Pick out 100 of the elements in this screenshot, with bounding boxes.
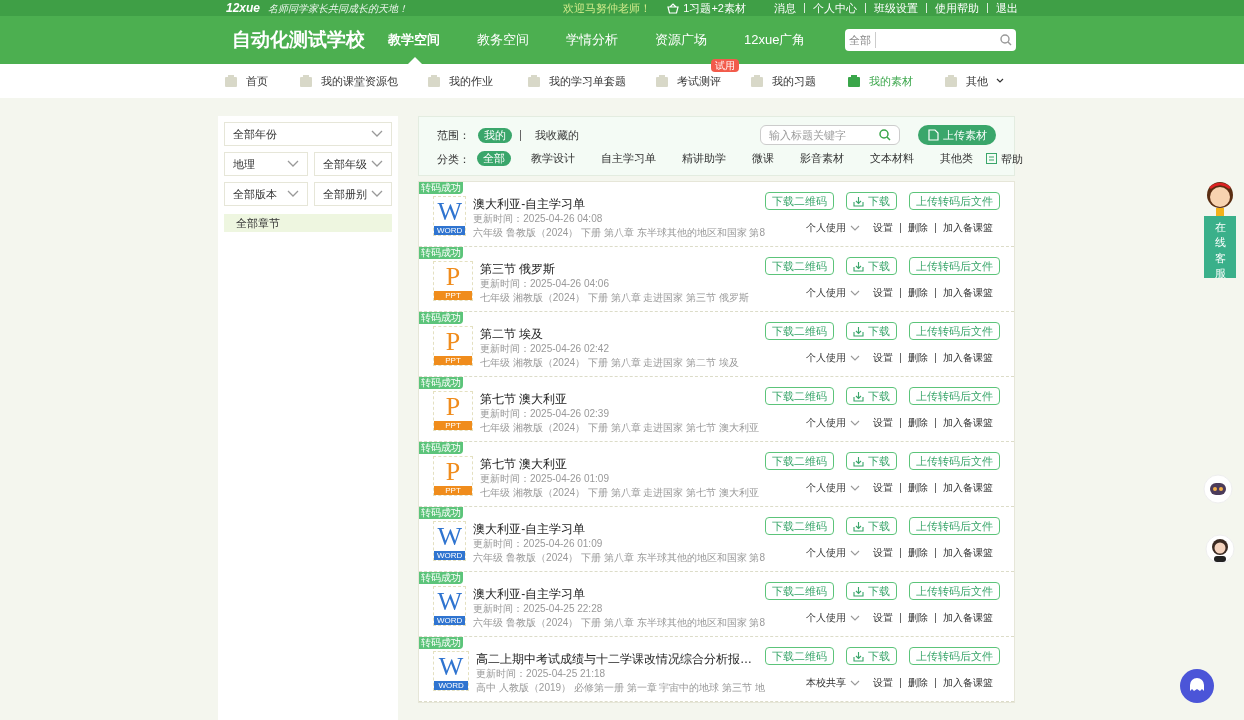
download-icon [853, 195, 864, 207]
update-time: 更新时间：2025-04-26 02:42 [480, 342, 610, 355]
item-title[interactable]: 澳大利亚-自主学习单 [473, 522, 765, 536]
item-meta: 七年级 湘教版（2024） 下册 第八章 走进国家 第三节 俄罗斯 [480, 291, 750, 304]
action-link[interactable]: 删除 [900, 352, 935, 363]
word-file-icon: W WORD [433, 196, 467, 236]
status-badge: 转码成功 [419, 637, 463, 649]
chat-icon[interactable] [1180, 669, 1214, 703]
action-link[interactable]: 删除 [900, 677, 935, 688]
ppt-file-icon: P PPT [433, 456, 473, 496]
share-select[interactable]: 个人使用 [806, 545, 860, 560]
download-icon [853, 455, 864, 467]
action-link[interactable]: 设置 [866, 222, 900, 233]
word-file-icon: W WORD [433, 651, 470, 691]
share-select[interactable]: 个人使用 [806, 480, 860, 495]
search-field[interactable]: 全部 [845, 29, 1016, 51]
item-meta: 七年级 湘教版（2024） 下册 第八章 走进国家 第七节 澳大利亚 [480, 486, 760, 499]
welcome-text: 欢迎马努仲老师！ [563, 0, 652, 16]
share-select[interactable]: 个人使用 [806, 610, 860, 625]
subnav-link[interactable]: 我的习题 [750, 72, 847, 90]
category-option[interactable]: 教学设计 [525, 151, 581, 167]
action-link[interactable]: 设置 [866, 482, 900, 493]
chevron-icon [850, 614, 860, 621]
item-title[interactable]: 澳大利亚-自主学习单 [473, 197, 765, 211]
category-option[interactable]: 自主学习单 [595, 151, 662, 167]
item-title[interactable]: 第七节 澳大利亚 [480, 392, 765, 406]
download-icon [853, 585, 864, 597]
category-option[interactable]: 文本材料 [864, 151, 920, 167]
search-icon[interactable] [1000, 34, 1012, 46]
ppt-file-icon: P PPT [433, 261, 473, 301]
help-icon [986, 153, 997, 165]
share-select[interactable]: 个人使用 [806, 350, 860, 365]
select-box[interactable]: 全部版本 [224, 182, 308, 206]
subnav-link[interactable]: 考试测评 [655, 72, 750, 90]
update-time: 更新时间：2025-04-25 22:28 [473, 602, 604, 615]
update-time: 更新时间：2025-04-26 04:06 [480, 277, 610, 290]
action-link[interactable]: 加入备课篮 [935, 612, 1000, 623]
action-link[interactable]: 删除 [900, 222, 935, 233]
action-link[interactable]: 删除 [900, 612, 935, 623]
scope-option[interactable]: 我收藏的 [529, 127, 585, 143]
download-icon [853, 520, 864, 532]
chapter-item[interactable]: 全部章节 [224, 214, 392, 232]
item-meta: 六年级 鲁教版（2024） 下册 第八章 东半球其他的地区和国家 第8 [473, 616, 765, 629]
item-meta: 六年级 鲁教版（2024） 下册 第八章 东半球其他的地区和国家 第8 [473, 551, 765, 564]
subnav-link[interactable]: 我的作业 [427, 72, 527, 90]
school-name: 自动化测试学校 [232, 27, 366, 52]
select-box[interactable]: 全部册别 [314, 182, 392, 206]
word-file-icon: W WORD [433, 586, 467, 626]
item-title[interactable]: 第七节 澳大利亚 [480, 457, 765, 471]
chevron-icon [287, 160, 299, 168]
select-box[interactable]: 全部年级 [314, 152, 392, 176]
chevron-icon [850, 289, 860, 296]
share-select[interactable]: 本校共享 [806, 675, 860, 690]
robot-icon[interactable] [1203, 474, 1233, 504]
action-link[interactable]: 设置 [866, 547, 900, 558]
action-link[interactable]: 设置 [866, 287, 900, 298]
chevron-icon [850, 484, 860, 491]
category-option[interactable]: 精讲助学 [676, 151, 732, 167]
item-title[interactable]: 第三节 俄罗斯 [480, 262, 765, 276]
subnav-link[interactable]: 首页 [224, 72, 299, 90]
action-link[interactable]: 删除 [900, 482, 935, 493]
item-title[interactable]: 第二节 埃及 [480, 327, 765, 341]
action-link[interactable]: 设置 [866, 612, 900, 623]
action-link[interactable]: 设置 [866, 352, 900, 363]
action-link[interactable]: 加入备课篮 [935, 352, 1000, 363]
status-badge: 转码成功 [419, 247, 463, 259]
subnav-link[interactable]: 我的课堂资源包 [299, 72, 427, 90]
select-box[interactable]: 地理 [224, 152, 308, 176]
keyword-field[interactable]: 输入标题关键字 [760, 125, 900, 145]
share-select[interactable]: 个人使用 [806, 220, 860, 235]
subnav-link[interactable]: 其他 [944, 72, 1004, 90]
document-icon [927, 129, 939, 141]
share-select[interactable]: 个人使用 [806, 285, 860, 300]
item-title[interactable]: 高二上期中考试成绩与十二学课改情况综合分析报… [476, 652, 765, 666]
category-option[interactable]: 微课 [746, 151, 780, 167]
action-link[interactable]: 加入备课篮 [935, 287, 1000, 298]
category-option[interactable]: 其他类 [934, 151, 979, 167]
share-select[interactable]: 个人使用 [806, 415, 860, 430]
action-link[interactable]: 加入备课篮 [935, 222, 1000, 233]
item-title[interactable]: 澳大利亚-自主学习单 [473, 587, 765, 601]
status-badge: 转码成功 [419, 312, 463, 324]
action-link[interactable]: 加入备课篮 [935, 677, 1000, 688]
avatar-figure-icon [1205, 180, 1235, 216]
select-box[interactable]: 全部年份 [224, 122, 392, 146]
filter-label: 分类： [437, 151, 470, 167]
download-icon [853, 650, 864, 662]
action-link[interactable]: 删除 [900, 287, 935, 298]
help-link[interactable]: 帮助 [986, 150, 1023, 167]
subnav-link[interactable]: 我的学习单套题 [527, 72, 655, 90]
action-link[interactable]: 设置 [866, 677, 900, 688]
action-link[interactable]: 删除 [900, 547, 935, 558]
action-link[interactable]: 加入备课篮 [935, 547, 1000, 558]
status-badge: 转码成功 [419, 377, 463, 389]
action-link[interactable]: 加入备课篮 [935, 417, 1000, 428]
category-option[interactable]: 影音素材 [794, 151, 850, 167]
action-link[interactable]: 设置 [866, 417, 900, 428]
filter-label: 范围： [437, 127, 470, 143]
action-link[interactable]: 删除 [900, 417, 935, 428]
action-link[interactable]: 加入备课篮 [935, 482, 1000, 493]
search-icon[interactable] [879, 129, 891, 141]
